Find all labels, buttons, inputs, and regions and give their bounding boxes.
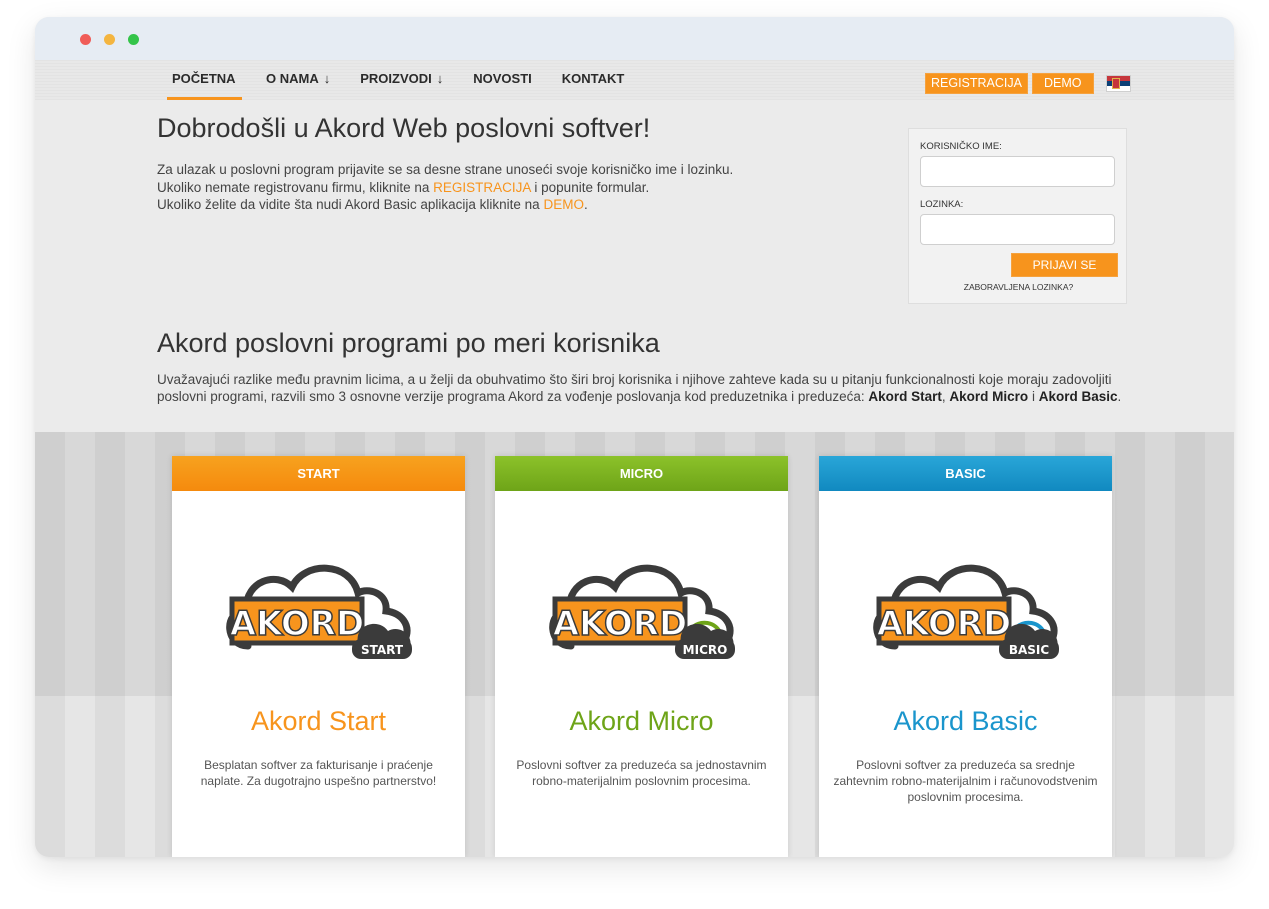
nav-item-o-nama[interactable]: O NAMA ↓: [266, 60, 330, 100]
product-name: Akord Micro: [949, 389, 1029, 404]
page-title: Dobrodošli u Akord Web poslovni softver!: [157, 113, 651, 143]
browser-window: POČETNA O NAMA ↓ PROIZVODI ↓ NOVOSTI KONTA…: [35, 17, 1234, 857]
login-button[interactable]: PRIJAVI SE: [1011, 253, 1118, 277]
maximize-window-icon[interactable]: [128, 34, 139, 45]
register-button[interactable]: REGISTRACIJA: [925, 73, 1028, 94]
nav-item-pocetna[interactable]: POČETNA: [167, 60, 242, 100]
logo-word: AKORD: [230, 604, 364, 644]
logo-badge: MICRO: [683, 643, 728, 657]
nav-item-label: NOVOSTI: [473, 71, 532, 86]
logo-word: AKORD: [553, 604, 687, 644]
card-title[interactable]: Akord Micro: [495, 706, 788, 737]
top-actions: REGISTRACIJA DEMO: [925, 73, 1131, 94]
password-label: LOZINKA:: [920, 199, 964, 210]
nav-item-kontakt[interactable]: KONTAKT: [562, 60, 625, 100]
logo-word: AKORD: [877, 604, 1011, 644]
login-form: KORISNIČKO IME: LOZINKA: PRIJAVI SE ZABO…: [908, 128, 1127, 304]
logo-badge: BASIC: [1009, 643, 1050, 657]
demo-button[interactable]: DEMO: [1032, 73, 1094, 94]
text: i popunite formular.: [530, 179, 650, 195]
section-title: Akord poslovni programi po meri korisnik…: [157, 328, 660, 358]
akord-cloud-logo-icon: AKORD START: [226, 564, 412, 659]
welcome-line: Ukoliko nemate registrovanu firmu, klikn…: [157, 179, 877, 197]
akord-cloud-logo-icon: AKORD BASIC: [873, 564, 1059, 659]
nav-item-novosti[interactable]: NOVOSTI: [473, 60, 532, 100]
window-titlebar: [35, 17, 1234, 60]
close-window-icon[interactable]: [80, 34, 91, 45]
card-description: Poslovni softver za preduzeća sa jednost…: [516, 758, 767, 788]
welcome-line: Ukoliko želite da vidite šta nudi Akord …: [157, 196, 877, 214]
card-description: Besplatan softver za fakturisanje i prać…: [200, 758, 437, 788]
product-card-start[interactable]: START AKORD START Akord Start Besplatan …: [172, 456, 465, 857]
card-title[interactable]: Akord Basic: [819, 706, 1112, 737]
section-description: Uvažavajući razlike među pravnim licima,…: [157, 371, 1137, 405]
welcome-text: Za ulazak u poslovni program prijavite s…: [157, 161, 877, 214]
nav-item-label: KONTAKT: [561, 71, 625, 86]
arrow-down-icon: ↓: [323, 71, 331, 86]
page-content: POČETNA O NAMA ↓ PROIZVODI ↓ NOVOSTI KONTA…: [35, 60, 1234, 857]
nav-item-label: POČETNA: [172, 71, 236, 86]
serbian-flag-icon[interactable]: [1105, 75, 1131, 92]
logo-badge: START: [361, 643, 404, 657]
text: i: [1028, 389, 1039, 404]
text: .: [583, 197, 588, 212]
product-name: Akord Start: [868, 389, 942, 404]
arrow-down-icon: ↓: [436, 71, 444, 86]
product-name: Akord Basic: [1038, 389, 1118, 404]
product-card-basic[interactable]: BASIC AKORD BASIC Akord Basic Poslovni s…: [819, 456, 1112, 857]
akord-cloud-logo-icon: AKORD MICRO: [549, 564, 735, 659]
password-input[interactable]: [920, 214, 1115, 245]
nav-item-label: O NAMA: [266, 71, 319, 86]
username-label: KORISNIČKO IME:: [920, 141, 1002, 152]
main-nav: POČETNA O NAMA ↓ PROIZVODI ↓ NOVOSTI KONTA…: [167, 60, 624, 100]
welcome-line: Za ulazak u poslovni program prijavite s…: [157, 162, 734, 177]
text: .: [1117, 389, 1122, 404]
card-title[interactable]: Akord Start: [172, 706, 465, 737]
nav-item-proizvodi[interactable]: PROIZVODI ↓: [360, 60, 443, 100]
forgot-password-link[interactable]: ZABORAVLJENA LOZINKA?: [909, 282, 1128, 292]
card-header: BASIC: [819, 456, 1112, 491]
minimize-window-icon[interactable]: [104, 34, 115, 45]
registration-link[interactable]: REGISTRACIJA: [433, 180, 531, 195]
text: Ukoliko želite da vidite šta nudi Akord …: [157, 197, 544, 212]
text: Ukoliko nemate registrovanu firmu, klikn…: [157, 179, 434, 195]
product-card-micro[interactable]: MICRO AKORD MICRO Akord Micro Poslovni s…: [495, 456, 788, 857]
demo-link[interactable]: DEMO: [543, 197, 584, 212]
card-header: MICRO: [495, 456, 788, 491]
card-header: START: [172, 456, 465, 491]
username-input[interactable]: [920, 156, 1115, 187]
nav-item-label: PROIZVODI: [360, 71, 432, 86]
card-description: Poslovni softver za preduzeća sa srednje…: [833, 758, 1098, 804]
